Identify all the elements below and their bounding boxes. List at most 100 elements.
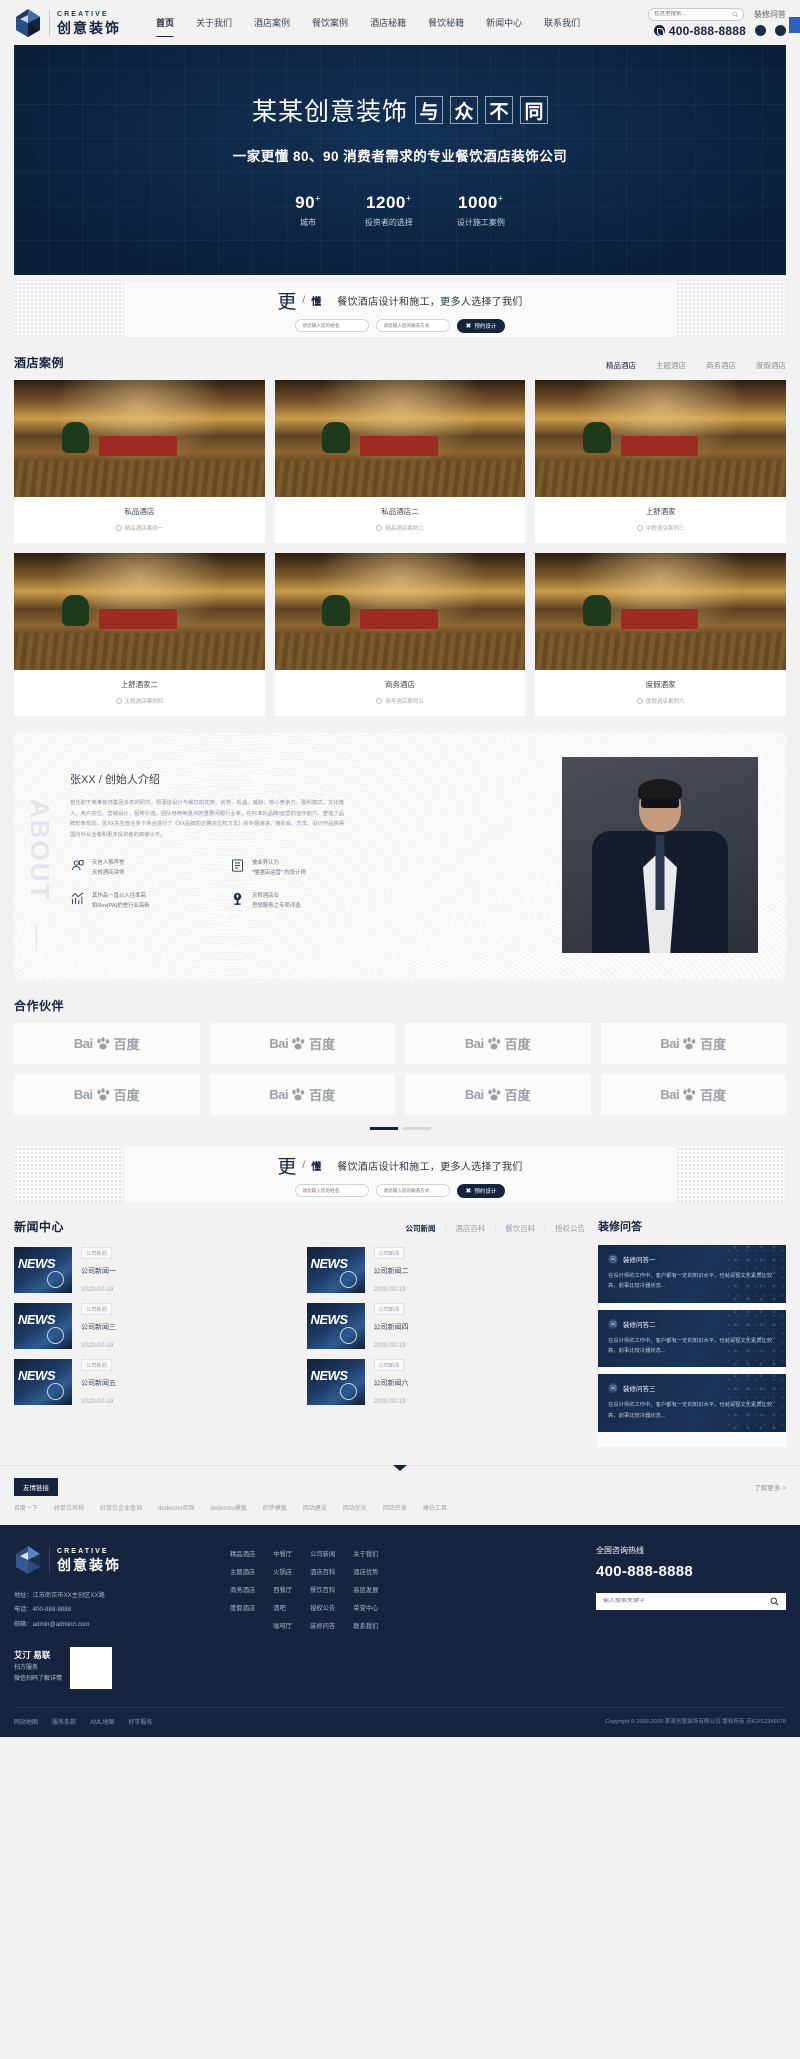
footer-bottom-link[interactable]: 服务条款: [52, 1717, 76, 1726]
nav-item-hotel-tips[interactable]: 酒店秘籍: [359, 12, 417, 33]
footer-link[interactable]: 中餐厅: [273, 1549, 292, 1558]
search-input[interactable]: [654, 11, 729, 17]
partner-logo[interactable]: Bai 百度: [209, 1023, 395, 1064]
partner-logo[interactable]: Bai 百度: [14, 1023, 200, 1064]
footer-link[interactable]: 荣誉中心: [353, 1603, 378, 1612]
links-more[interactable]: 了解更多 >: [754, 1482, 786, 1492]
links-list: 百度一下 好单位名称 好单位企业查询 dedecms官网 dedecms模板 织…: [14, 1503, 786, 1525]
footer-link[interactable]: 精品酒店: [230, 1549, 255, 1558]
news-item[interactable]: NEWS 公司新闻 公司新闻六 2020-02-19: [306, 1359, 586, 1405]
news-tab-catering[interactable]: 餐饮百科: [505, 1223, 535, 1234]
footer-link[interactable]: 高层发展: [353, 1585, 378, 1594]
friendly-link[interactable]: 织梦模板: [263, 1503, 287, 1512]
nav-item-catering-tips[interactable]: 餐饮秘籍: [417, 12, 475, 33]
case-card[interactable]: 私品酒店 精品酒店案例一: [14, 380, 265, 543]
footer-bottom-link[interactable]: 好学服务: [128, 1717, 152, 1726]
footer-phone: 电话：400-888-8888: [14, 1606, 72, 1614]
footer-logo[interactable]: CREATIVE 创意装饰: [14, 1545, 214, 1575]
nav-item-about[interactable]: 关于我们: [185, 12, 243, 33]
footer-search[interactable]: [596, 1592, 786, 1610]
wechat-side-tab[interactable]: [789, 17, 800, 33]
friendly-link[interactable]: dedecms模板: [210, 1503, 246, 1512]
cta-name-input[interactable]: [294, 1184, 369, 1197]
case-card[interactable]: 私品酒店二 精品酒店案例二: [274, 380, 526, 543]
cta-name-input[interactable]: [294, 319, 369, 332]
cta-submit-button[interactable]: ✖ 预约设计: [456, 1183, 506, 1198]
footer-link[interactable]: 火锅店: [273, 1567, 292, 1576]
partner-logo[interactable]: Bai 百度: [600, 1074, 786, 1115]
news-item[interactable]: NEWS 公司新闻 公司新闻一 2020-02-19: [14, 1247, 293, 1293]
weibo-icon[interactable]: [755, 25, 766, 36]
cta-dots-left: [14, 282, 124, 337]
friendly-link[interactable]: 好单位名称: [54, 1503, 84, 1512]
partner-logo[interactable]: Bai 百度: [405, 1074, 591, 1115]
header-search[interactable]: [648, 7, 744, 21]
partner-logo[interactable]: Bai 百度: [600, 1023, 786, 1064]
nav-item-contact[interactable]: 联系我们: [533, 12, 591, 33]
footer-link[interactable]: 装修问答: [310, 1621, 335, 1630]
nav-item-news[interactable]: 新闻中心: [475, 12, 533, 33]
footer-link[interactable]: 酒店优势: [353, 1567, 378, 1576]
qa-card[interactable]: 问装修问答三 在设计师的工作中，客户都有一定的知识水平，也就是视文化素质比较高，…: [598, 1374, 786, 1432]
friendly-link[interactable]: 好单位企业查询: [100, 1503, 142, 1512]
site-logo[interactable]: CREATIVE 创意装饰: [14, 8, 121, 38]
friendly-link[interactable]: 百度一下: [14, 1503, 38, 1512]
nav-item-hotel-cases[interactable]: 酒店案例: [243, 12, 301, 33]
friendly-link[interactable]: 网站优化: [343, 1503, 367, 1512]
footer-link[interactable]: 主题酒店: [230, 1567, 255, 1576]
cta-submit-button[interactable]: ✖ 预约设计: [456, 318, 506, 333]
footer-link[interactable]: 咖啡厅: [273, 1621, 292, 1630]
news-item[interactable]: NEWS 公司新闻 公司新闻五 2020-02-19: [14, 1359, 293, 1405]
header-qa-link[interactable]: 装修问答: [754, 9, 786, 20]
cases-tab-business[interactable]: 商务酒店: [706, 360, 736, 371]
partner-logo[interactable]: Bai 百度: [209, 1074, 395, 1115]
nav-item-home[interactable]: 首页: [145, 12, 185, 33]
news-thumbnail: NEWS: [306, 1247, 365, 1293]
news-item[interactable]: NEWS 公司新闻 公司新闻四 2020-02-19: [306, 1303, 586, 1349]
cases-tab-theme[interactable]: 主题酒店: [656, 360, 686, 371]
nav-item-catering-cases[interactable]: 餐饮案例: [301, 12, 359, 33]
footer-bottom-link[interactable]: 网站地图: [14, 1717, 38, 1726]
footer-bottom-link[interactable]: XML地图: [90, 1717, 114, 1726]
case-card[interactable]: 度假酒家 度假酒店案例六: [535, 553, 786, 716]
footer-link[interactable]: 授权公告: [310, 1603, 335, 1612]
partner-logo[interactable]: Bai 百度: [405, 1023, 591, 1064]
cta-phone-input[interactable]: [375, 319, 450, 332]
cases-tab-boutique[interactable]: 精品酒店: [606, 360, 636, 371]
friendly-link[interactable]: 网站开发: [383, 1503, 407, 1512]
footer-search-input[interactable]: [603, 1598, 770, 1605]
cases-tab-resort[interactable]: 度假酒店: [756, 360, 786, 371]
qa-card[interactable]: 问装修问答一 在设计师的工作中，客户都有一定的知识水平，也就是视文化素质比较高，…: [598, 1245, 786, 1303]
wechat-icon[interactable]: [775, 25, 786, 36]
footer-link[interactable]: 西餐厅: [273, 1585, 292, 1594]
footer-link[interactable]: 酒吧: [273, 1603, 292, 1612]
case-card[interactable]: 上舒酒家 中野酒店案例三: [535, 380, 786, 543]
footer-link[interactable]: 餐饮百科: [310, 1585, 335, 1594]
footer-link[interactable]: 联系我们: [353, 1621, 378, 1630]
carousel-dot-1[interactable]: [369, 1127, 398, 1130]
footer-link[interactable]: 酒店百科: [310, 1567, 335, 1576]
footer-nav-column-news: 公司新闻 酒店百科 餐饮百科 授权公告 装修问答: [310, 1549, 335, 1689]
footer-link[interactable]: 关于我们: [353, 1549, 378, 1558]
friendly-link[interactable]: 建站工具: [423, 1503, 447, 1512]
search-icon[interactable]: [770, 1597, 779, 1606]
friendly-link[interactable]: 网站建设: [303, 1503, 327, 1512]
news-tab-hotel[interactable]: 酒店百科: [455, 1223, 485, 1234]
news-item[interactable]: NEWS 公司新闻 公司新闻三 2020-02-19: [14, 1303, 293, 1349]
footer-link[interactable]: 公司新闻: [310, 1549, 335, 1558]
cta-form: ✖ 预约设计: [294, 1183, 506, 1198]
case-card[interactable]: 商务酒店 商务酒店案例五: [274, 553, 526, 716]
footer-bottom: 网站地图 服务条款 XML地图 好学服务 Copyright © 2002-20…: [14, 1706, 786, 1737]
news-item[interactable]: NEWS 公司新闻 公司新闻二 2020-02-19: [306, 1247, 586, 1293]
cta-phone-input[interactable]: [375, 1184, 450, 1197]
case-card[interactable]: 上舒酒家二 主题酒店案例四: [14, 553, 265, 716]
carousel-dot-2[interactable]: [402, 1127, 431, 1130]
qa-card[interactable]: 问装修问答二 在设计师的工作中，客户都有一定的知识水平，也就是视文化素质比较高，…: [598, 1309, 786, 1368]
footer-link[interactable]: 度假酒店: [230, 1603, 255, 1612]
news-tab-authorization[interactable]: 授权公告: [555, 1223, 585, 1234]
scroll-up-arrow-icon[interactable]: [393, 1464, 407, 1471]
news-tab-company[interactable]: 公司新闻: [406, 1223, 436, 1234]
friendly-link[interactable]: dedecms官网: [158, 1503, 194, 1512]
footer-link[interactable]: 商务酒店: [230, 1585, 255, 1594]
partner-logo[interactable]: Bai 百度: [14, 1074, 200, 1115]
